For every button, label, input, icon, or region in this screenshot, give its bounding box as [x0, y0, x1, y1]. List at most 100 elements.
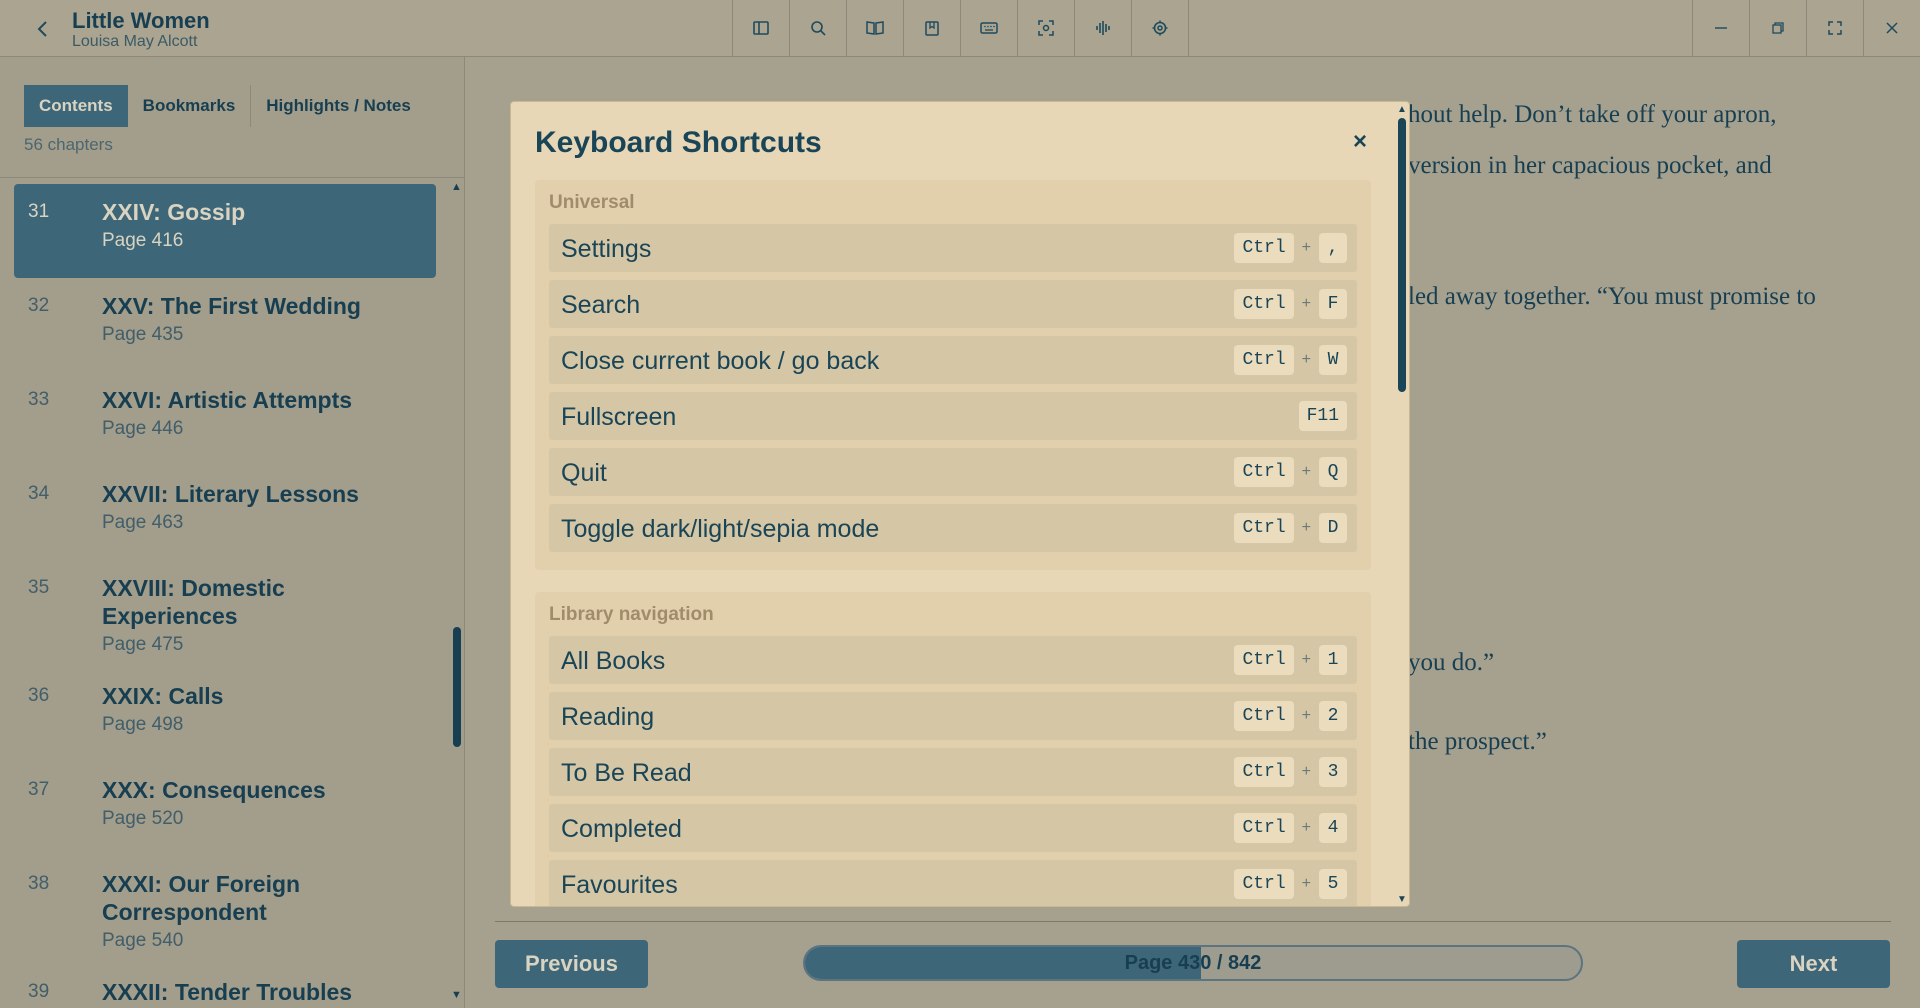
shortcut-label: Search [561, 291, 641, 319]
shortcut-label: To Be Read [561, 759, 692, 787]
chevron-left-icon [37, 21, 47, 37]
chapter-item[interactable]: 32 XXV: The First Wedding Page 435 [14, 278, 436, 372]
shortcut-row: Settings Ctrl + , [549, 224, 1357, 272]
keyboard-shortcuts-button[interactable] [961, 0, 1018, 56]
key-cap: Ctrl [1234, 701, 1294, 731]
dialog-scrollbar-thumb[interactable] [1398, 118, 1406, 392]
shortcut-keys: Ctrl + Q [1234, 457, 1347, 487]
reader-line: hout help. Don’t take off your apron, [1408, 101, 1777, 128]
bookmark-button[interactable] [904, 0, 961, 56]
sidebar-toggle-icon [753, 21, 769, 35]
chapter-number: 38 [28, 873, 50, 894]
plus-sign: + [1301, 239, 1311, 256]
sidebar-toggle-button[interactable] [733, 0, 790, 56]
chapter-number: 39 [28, 981, 50, 1002]
scroll-down-arrow-icon[interactable]: ▼ [1397, 894, 1407, 905]
plus-sign: + [1301, 763, 1311, 780]
restore-icon [1772, 22, 1784, 34]
search-button[interactable] [790, 0, 847, 56]
scroll-down-arrow-icon[interactable]: ▼ [451, 989, 462, 1001]
chapter-item[interactable]: 35 XXVIII: Domestic Experiences Page 475 [14, 560, 436, 668]
chapter-title: XXVIII: Domestic Experiences [102, 575, 285, 629]
next-button[interactable]: Next [1737, 940, 1890, 988]
chapter-page: Page 540 [102, 930, 184, 951]
reader-divider [495, 921, 1891, 922]
focus-mode-button[interactable] [1018, 0, 1075, 56]
back-button[interactable] [28, 14, 58, 44]
restore-button[interactable] [1749, 0, 1806, 56]
minimize-icon [1715, 27, 1727, 29]
plus-sign: + [1301, 351, 1311, 368]
shortcut-keys: Ctrl + , [1234, 233, 1347, 263]
tab-highlights-notes[interactable]: Highlights / Notes [251, 85, 426, 127]
plus-sign: + [1301, 463, 1311, 480]
key-cap: F [1319, 289, 1347, 319]
dialog-close-button[interactable]: × [1353, 128, 1367, 156]
chapter-title: XXVII: Literary Lessons [102, 481, 359, 507]
scroll-up-arrow-icon[interactable]: ▲ [451, 181, 462, 193]
chapter-item[interactable]: 38 XXXI: Our Foreign Correspondent Page … [14, 856, 436, 964]
chapter-page: Page 435 [102, 324, 184, 345]
shortcut-row: Quit Ctrl + Q [549, 448, 1357, 496]
sidebar-tabs: Contents Bookmarks Highlights / Notes [24, 85, 426, 127]
chapter-number: 37 [28, 779, 50, 800]
chapter-title: XXV: The First Wedding [102, 293, 361, 319]
plus-sign: + [1301, 519, 1311, 536]
bookmark-icon [925, 21, 939, 36]
previous-button[interactable]: Previous [495, 940, 648, 988]
key-cap: D [1319, 513, 1347, 543]
scroll-up-arrow-icon[interactable]: ▲ [1397, 104, 1407, 115]
dialog-title: Keyboard Shortcuts [535, 126, 822, 159]
page-indicator: Page 430 / 842 [1124, 951, 1262, 974]
shortcut-row: Fullscreen F11 [549, 392, 1357, 440]
chapter-item[interactable]: 37 XXX: Consequences Page 520 [14, 762, 436, 856]
chapter-count: 56 chapters [24, 135, 113, 154]
audio-button[interactable] [1075, 0, 1132, 56]
shortcut-keys: Ctrl + W [1234, 345, 1347, 375]
tab-contents[interactable]: Contents [24, 85, 128, 127]
key-cap: 1 [1319, 645, 1347, 675]
plus-sign: + [1301, 707, 1311, 724]
shortcut-keys: Ctrl + D [1234, 513, 1347, 543]
key-cap: W [1319, 345, 1347, 375]
close-window-button[interactable] [1863, 0, 1920, 56]
sidebar: Contents Bookmarks Highlights / Notes 56… [0, 57, 465, 1008]
chapter-item[interactable]: 34 XXVII: Literary Lessons Page 463 [14, 466, 436, 560]
reader-line: version in her capacious pocket, and [1408, 152, 1772, 179]
shortcut-row: Favourites Ctrl + 5 [549, 860, 1357, 906]
fullscreen-icon [1828, 21, 1842, 35]
chapter-item[interactable]: 31 XXIV: Gossip Page 416 [14, 184, 436, 278]
chapter-number: 33 [28, 389, 50, 410]
search-icon [811, 21, 826, 36]
plus-sign: + [1301, 651, 1311, 668]
chapter-item[interactable]: 36 XXIX: Calls Page 498 [14, 668, 436, 762]
key-cap: , [1319, 233, 1347, 263]
shortcut-label: Favourites [561, 871, 678, 899]
chapter-item[interactable]: 33 XXVI: Artistic Attempts Page 446 [14, 372, 436, 466]
fullscreen-button[interactable] [1806, 0, 1863, 56]
section-library-navigation: Library navigation All Books Ctrl + 1 Re… [535, 592, 1371, 906]
sidebar-divider [0, 177, 464, 178]
shortcut-row: Toggle dark/light/sepia mode Ctrl + D [549, 504, 1357, 552]
chapter-page: Page 475 [102, 634, 184, 655]
minimize-button[interactable] [1692, 0, 1749, 56]
tab-bookmarks[interactable]: Bookmarks [128, 85, 251, 127]
key-cap: 3 [1319, 757, 1347, 787]
book-view-button[interactable] [847, 0, 904, 56]
settings-button[interactable] [1132, 0, 1189, 56]
shortcut-label: Fullscreen [561, 403, 677, 431]
audio-icon [1096, 21, 1110, 35]
shortcut-label: Completed [561, 815, 682, 843]
section-title: Universal [549, 192, 635, 213]
shortcut-keys: F11 [1298, 401, 1347, 431]
shortcut-keys: Ctrl + 2 [1234, 701, 1347, 731]
page-progress-bar[interactable]: Page 430 / 842 [803, 945, 1583, 981]
shortcut-label: Settings [561, 235, 652, 263]
keyboard-shortcuts-dialog: Keyboard Shortcuts × ▲ ▼ Universal Setti… [510, 101, 1410, 907]
key-cap: Ctrl [1234, 233, 1294, 263]
shortcut-keys: Ctrl + 4 [1234, 813, 1347, 843]
sidebar-scrollbar-thumb[interactable] [453, 627, 461, 747]
chapter-item[interactable]: 39 XXXII: Tender Troubles [14, 964, 436, 1008]
shortcut-keys: Ctrl + 5 [1234, 869, 1347, 899]
key-cap: Ctrl [1234, 457, 1294, 487]
